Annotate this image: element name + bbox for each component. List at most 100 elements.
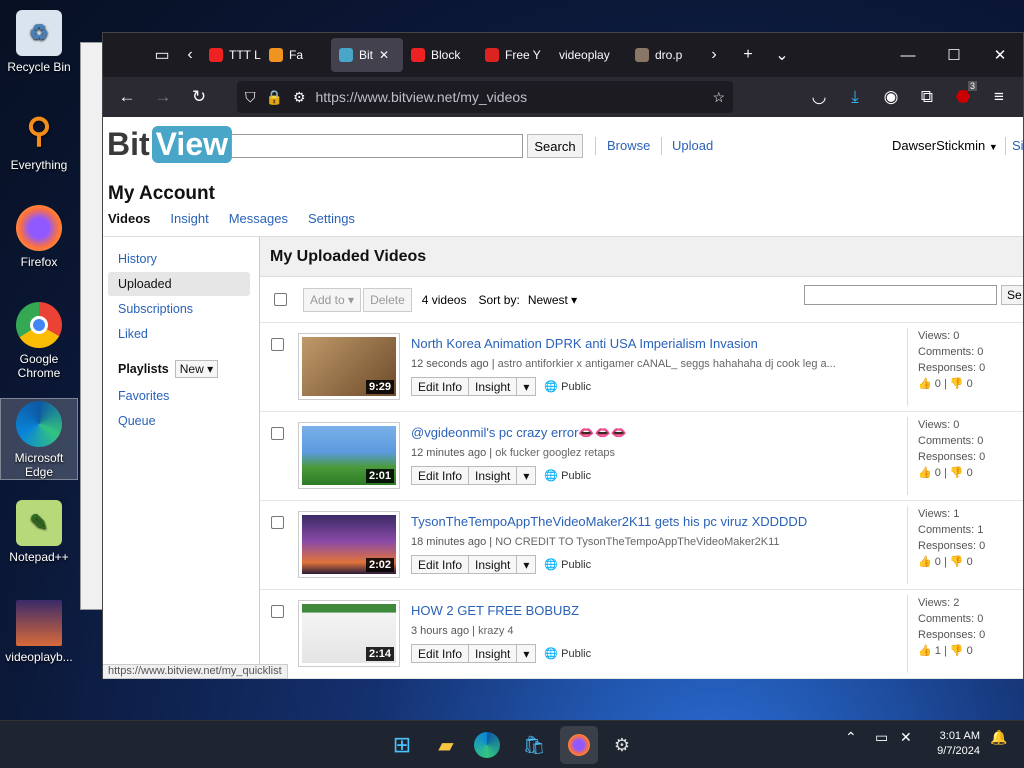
user-menu[interactable]: DawserStickmin ▼ xyxy=(892,138,998,153)
firefox-view-icon[interactable]: ▭ xyxy=(145,38,179,72)
sidebar-item-subscriptions[interactable]: Subscriptions xyxy=(108,297,250,321)
playlists-header: Playlists New ▾ xyxy=(108,360,250,378)
pocket-icon[interactable]: ◡ xyxy=(801,81,837,113)
new-playlist-button[interactable]: New ▾ xyxy=(174,360,219,378)
video-search-button[interactable]: Se xyxy=(1001,285,1023,305)
reload-icon[interactable]: ↻ xyxy=(181,81,217,113)
everything-shortcut[interactable]: ⚲ Everything xyxy=(0,108,78,172)
start-icon[interactable]: ⊞ xyxy=(386,729,418,761)
sidebar-item-queue[interactable]: Queue xyxy=(108,409,250,433)
tab-messages[interactable]: Messages xyxy=(229,211,288,226)
clock[interactable]: 3:01 AM 9/7/2024 xyxy=(920,729,980,759)
row-checkbox[interactable] xyxy=(271,605,284,618)
store-icon[interactable]: 🛍 xyxy=(518,729,550,761)
signout-link[interactable]: Si xyxy=(1012,138,1023,153)
insight-button[interactable]: Insight xyxy=(469,466,518,485)
downloads-icon[interactable]: ⤓ xyxy=(837,81,873,113)
row-checkbox[interactable] xyxy=(271,516,284,529)
tab-bitview[interactable]: Bit ✕ xyxy=(331,38,403,72)
extensions-icon[interactable]: ⧉ xyxy=(909,81,945,113)
account-icon[interactable]: ◉ xyxy=(873,81,909,113)
firefox-taskbar-icon[interactable] xyxy=(560,726,598,764)
more-actions-dropdown[interactable]: ▾ xyxy=(517,555,537,574)
video-thumbnail[interactable]: 2:02 xyxy=(298,511,400,578)
video-title-link[interactable]: TysonTheTempoAppTheVideoMaker2K11 gets h… xyxy=(411,514,807,529)
tab-videoplay[interactable]: videoplay xyxy=(551,38,627,72)
row-checkbox[interactable] xyxy=(271,427,284,440)
video-title-link[interactable]: North Korea Animation DPRK anti USA Impe… xyxy=(411,336,758,351)
shield-icon[interactable]: ⛉ xyxy=(245,89,256,106)
download-favicon-icon xyxy=(485,48,499,62)
edit-info-button[interactable]: Edit Info xyxy=(411,555,470,574)
edit-info-button[interactable]: Edit Info xyxy=(411,644,470,663)
site-search-button[interactable]: Search xyxy=(527,134,583,158)
delete-button[interactable]: Delete xyxy=(363,287,412,312)
tab-ttt[interactable]: TTT L xyxy=(201,38,261,72)
list-tabs-icon[interactable]: ⌄ xyxy=(765,38,799,72)
tab-settings[interactable]: Settings xyxy=(308,211,355,226)
recycle-bin-shortcut[interactable]: ♻ Recycle Bin xyxy=(0,10,78,74)
row-checkbox[interactable] xyxy=(271,338,284,351)
chrome-shortcut[interactable]: Google Chrome xyxy=(0,302,78,380)
tab-dro[interactable]: dro.p xyxy=(627,38,697,72)
site-search-input[interactable] xyxy=(231,134,523,158)
tab-block[interactable]: Block xyxy=(403,38,477,72)
more-actions-dropdown[interactable]: ▾ xyxy=(517,377,537,396)
network-icon[interactable]: ▭ xyxy=(875,729,888,746)
close-window-icon[interactable]: ✕ xyxy=(977,33,1023,77)
lock-icon[interactable]: 🔒 xyxy=(266,89,283,106)
menu-icon[interactable]: ≡ xyxy=(981,81,1017,113)
firefox-shortcut[interactable]: Firefox xyxy=(0,205,78,269)
tab-free[interactable]: Free Y xyxy=(477,38,551,72)
edit-info-button[interactable]: Edit Info xyxy=(411,466,470,485)
notification-bell-icon[interactable]: 🔔 xyxy=(990,729,1007,746)
tab-scroll-right-icon[interactable]: › xyxy=(697,38,731,72)
url-bar[interactable]: ⛉ 🔒 ⚙ https://www.bitview.net/my_videos … xyxy=(237,81,733,113)
bitview-logo[interactable]: Bit View xyxy=(107,126,232,163)
volume-muted-icon[interactable]: ✕ xyxy=(900,729,912,746)
app-taskbar-icon[interactable]: ⚙ xyxy=(606,729,638,761)
back-icon[interactable]: ← xyxy=(109,81,145,113)
sidebar-item-history[interactable]: History xyxy=(108,247,250,271)
video-file-shortcut[interactable]: videoplayb... xyxy=(0,600,78,664)
video-thumbnail[interactable]: 2:01 xyxy=(298,422,400,489)
upload-link[interactable]: Upload xyxy=(672,138,713,153)
insight-button[interactable]: Insight xyxy=(469,377,518,396)
file-explorer-icon[interactable]: ▰ xyxy=(430,729,462,761)
more-actions-dropdown[interactable]: ▾ xyxy=(517,644,537,663)
minimize-icon[interactable]: — xyxy=(885,33,931,77)
sidebar-item-liked[interactable]: Liked xyxy=(108,322,250,346)
edge-shortcut[interactable]: Microsoft Edge xyxy=(0,398,78,480)
ublock-icon[interactable]: ⬣ 3 xyxy=(945,81,981,113)
tab-scroll-left-icon[interactable]: ‹ xyxy=(179,38,201,72)
edit-info-button[interactable]: Edit Info xyxy=(411,377,470,396)
bookmark-star-icon[interactable]: ☆ xyxy=(712,89,725,106)
tab-videos[interactable]: Videos xyxy=(108,211,150,226)
edge-taskbar-icon[interactable] xyxy=(474,732,500,758)
background-window[interactable] xyxy=(80,42,104,610)
video-title-link[interactable]: HOW 2 GET FREE BOBUBZ xyxy=(411,603,579,618)
chevron-up-icon[interactable]: ⌃ xyxy=(845,729,857,746)
video-thumbnail[interactable]: 2:14 xyxy=(298,600,400,667)
sidebar-item-uploaded[interactable]: Uploaded xyxy=(108,272,250,296)
insight-button[interactable]: Insight xyxy=(469,555,518,574)
tab-insight[interactable]: Insight xyxy=(170,211,208,226)
video-filter-input[interactable] xyxy=(804,285,997,305)
add-to-button[interactable]: Add to ▾ xyxy=(303,287,362,312)
forward-icon[interactable]: → xyxy=(145,81,181,113)
more-actions-dropdown[interactable]: ▾ xyxy=(517,466,537,485)
sort-dropdown[interactable]: Newest ▾ xyxy=(528,293,577,307)
video-title-link[interactable]: @vgideonmil's pc crazy error👄👄👄 xyxy=(411,425,627,441)
maximize-icon[interactable]: ☐ xyxy=(931,33,977,77)
close-tab-icon[interactable]: ✕ xyxy=(379,48,389,62)
new-tab-icon[interactable]: + xyxy=(731,38,765,72)
video-thumbnail[interactable]: 9:29 xyxy=(298,333,400,400)
permissions-icon[interactable]: ⚙ xyxy=(293,89,306,106)
browse-link[interactable]: Browse xyxy=(607,138,650,153)
url-text[interactable]: https://www.bitview.net/my_videos xyxy=(316,89,703,105)
insight-button[interactable]: Insight xyxy=(469,644,518,663)
select-all-checkbox[interactable] xyxy=(274,293,287,306)
sidebar-item-favorites[interactable]: Favorites xyxy=(108,384,250,408)
notepadpp-shortcut[interactable]: ✎ Notepad++ xyxy=(0,500,78,564)
tab-fa[interactable]: Fa xyxy=(261,38,331,72)
